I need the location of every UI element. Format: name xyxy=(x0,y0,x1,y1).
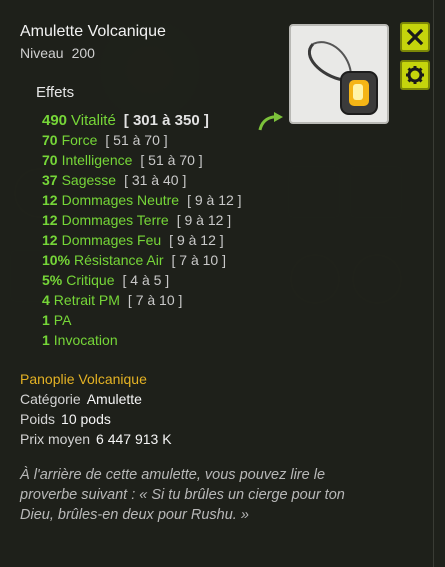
effect-line: 12 Dommages Terre[ 9 à 12 ] xyxy=(42,212,232,228)
amulet-icon xyxy=(307,41,378,115)
item-tooltip: Amulette Volcanique Niveau 200 Effets 49… xyxy=(0,0,434,567)
item-description: À l'arrière de cette amulette, vous pouv… xyxy=(20,467,345,523)
curved-arrow-icon xyxy=(258,112,283,131)
set-link[interactable]: Panoplie Volcanique xyxy=(20,371,147,387)
item-level: Niveau 200 xyxy=(20,45,95,61)
effect-line: 490 Vitalité[ 301 à 350 ] xyxy=(42,112,209,129)
effects-list: 490 Vitalité[ 301 à 350 ] 70 Force[ 51 à 7… xyxy=(42,110,242,350)
effect-line: 5% Critique[ 4 à 5 ] xyxy=(42,272,170,288)
effect-line: 1 PA xyxy=(42,312,72,328)
item-weight: Poids 10 pods xyxy=(20,411,111,427)
effect-line: 12 Dommages Neutre[ 9 à 12 ] xyxy=(42,192,242,208)
level-label: Niveau xyxy=(20,45,64,61)
effect-line: 10% Résistance Air[ 7 à 10 ] xyxy=(42,252,226,268)
settings-button[interactable] xyxy=(400,60,430,90)
item-price: Prix moyen 6 447 913 K xyxy=(20,431,172,447)
item-category: Catégorie Amulette xyxy=(20,391,142,407)
close-button[interactable] xyxy=(400,22,430,52)
item-name: Amulette Volcanique xyxy=(20,23,166,40)
effect-line: 37 Sagesse[ 31 à 40 ] xyxy=(42,172,187,188)
close-icon xyxy=(406,28,424,46)
item-image xyxy=(289,24,389,124)
gear-icon xyxy=(406,66,424,84)
effect-line: 70 Force[ 51 à 70 ] xyxy=(42,132,168,148)
effect-line: 12 Dommages Feu[ 9 à 12 ] xyxy=(42,232,224,248)
effect-line: 1 Invocation xyxy=(42,332,118,348)
effect-line: 4 Retrait PM[ 7 à 10 ] xyxy=(42,292,183,308)
level-value: 200 xyxy=(71,45,95,61)
effect-line: 70 Intelligence[ 51 à 70 ] xyxy=(42,152,203,168)
effects-header: Effets xyxy=(36,84,75,101)
